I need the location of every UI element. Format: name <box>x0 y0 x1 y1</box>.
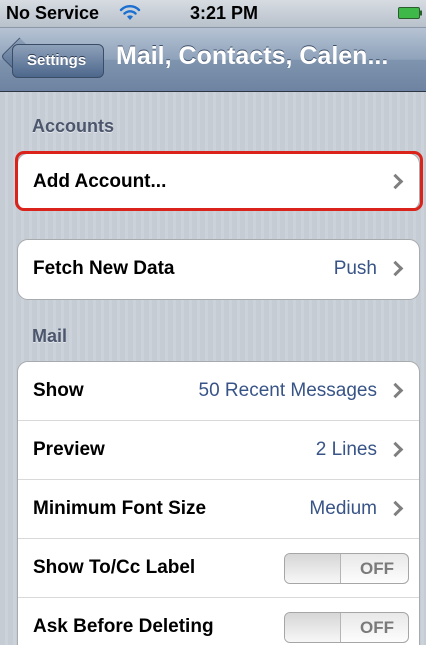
show-row[interactable]: Show 50 Recent Messages <box>18 362 419 421</box>
show-to-cc-label-row: Show To/Cc Label OFF <box>18 539 419 598</box>
show-to-cc-label: Show To/Cc Label <box>33 557 196 578</box>
minimum-font-size-label: Minimum Font Size <box>33 498 207 519</box>
chevron-right-icon <box>387 441 404 458</box>
add-account-row[interactable]: Add Account... <box>18 154 419 210</box>
show-value: 50 Recent Messages <box>198 380 378 401</box>
minimum-font-size-row[interactable]: Minimum Font Size Medium <box>18 480 419 539</box>
clock: 3:21 PM <box>190 3 259 23</box>
chevron-right-icon <box>387 173 404 190</box>
mail-group: Show 50 Recent Messages Preview 2 Lines … <box>17 361 420 645</box>
fetch-new-data-label: Fetch New Data <box>33 258 175 279</box>
carrier-label: No Service <box>6 3 100 23</box>
toggle-state-label: OFF <box>360 618 394 637</box>
toggle-knob[interactable] <box>285 613 341 642</box>
show-label: Show <box>33 380 84 401</box>
preview-row[interactable]: Preview 2 Lines <box>18 421 419 480</box>
chevron-right-icon <box>387 260 404 277</box>
status-bar: No Service 3:21 PM <box>0 0 426 28</box>
page-title: Mail, Contacts, Calen... <box>116 42 389 70</box>
navigation-bar: Settings Mail, Contacts, Calen... <box>0 28 426 92</box>
fetch-new-data-value: Push <box>333 258 377 279</box>
ask-before-deleting-row: Ask Before Deleting OFF <box>18 598 419 645</box>
chevron-right-icon <box>387 382 404 399</box>
toggle-state-label: OFF <box>360 559 394 578</box>
section-header-accounts: Accounts <box>32 116 115 136</box>
ask-before-deleting-label: Ask Before Deleting <box>33 616 214 637</box>
show-to-cc-toggle[interactable]: OFF <box>284 553 409 584</box>
preview-value: 2 Lines <box>315 439 377 460</box>
minimum-font-size-value: Medium <box>309 498 377 519</box>
wifi-icon <box>119 5 141 20</box>
chevron-right-icon <box>387 500 404 517</box>
section-header-mail: Mail <box>32 326 68 346</box>
settings-back-button[interactable]: Settings <box>12 44 104 78</box>
preview-label: Preview <box>33 439 105 460</box>
fetch-group: Fetch New Data Push <box>17 239 420 300</box>
fetch-new-data-row[interactable]: Fetch New Data Push <box>18 240 419 299</box>
add-account-label: Add Account... <box>33 171 167 192</box>
ask-before-deleting-toggle[interactable]: OFF <box>284 612 409 643</box>
toggle-knob[interactable] <box>285 554 341 583</box>
accounts-group: Add Account... <box>17 153 420 211</box>
battery-icon <box>398 7 422 19</box>
